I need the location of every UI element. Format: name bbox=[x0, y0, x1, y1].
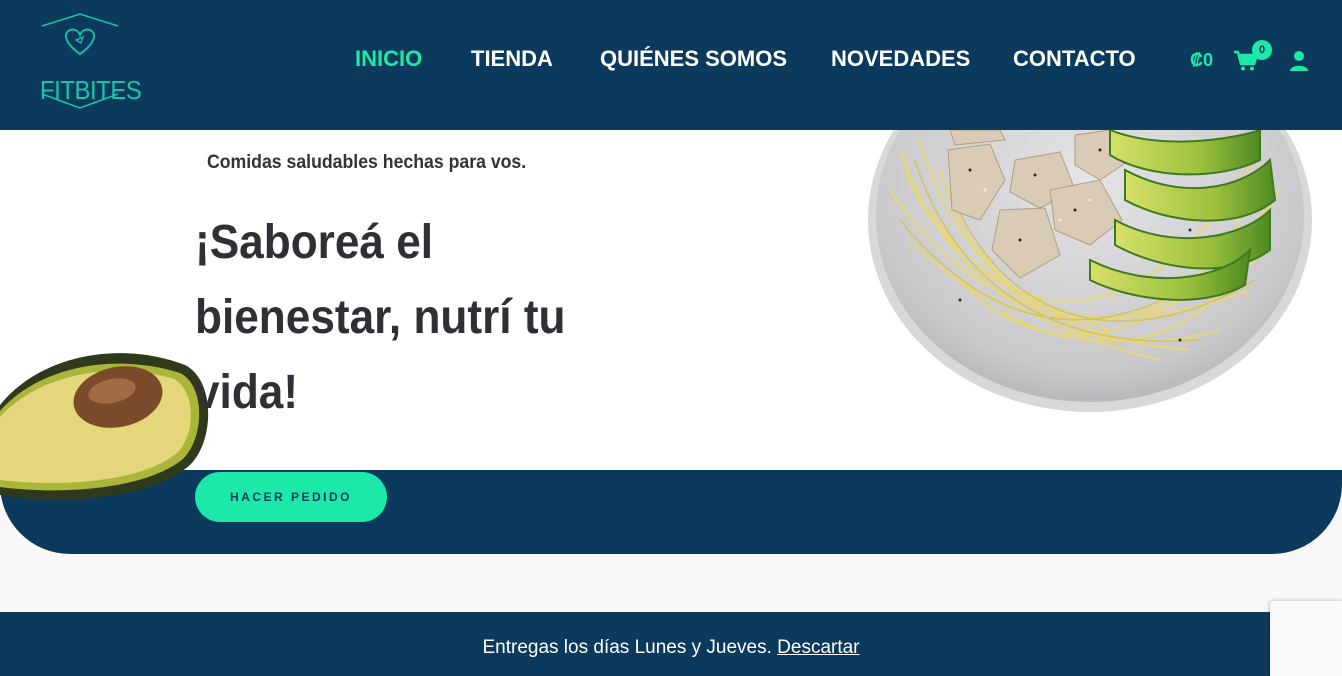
cart-count-badge: 0 bbox=[1252, 40, 1272, 60]
order-button[interactable]: HACER PEDIDO bbox=[195, 472, 387, 522]
site-header: FITBITES INICIO TIENDA QUIÉNES SOMOS NOV… bbox=[0, 0, 1342, 130]
dismiss-link[interactable]: Descartar bbox=[777, 637, 859, 658]
nav-item-quienes-somos[interactable]: QUIÉNES SOMOS bbox=[600, 46, 787, 72]
notice-text: Entregas los días Lunes y Jueves. bbox=[482, 637, 778, 658]
hero-tagline: Comidas saludables hechas para vos. bbox=[207, 152, 527, 173]
fitbites-logo[interactable]: FITBITES bbox=[36, 12, 142, 112]
nav-item-tienda[interactable]: TIENDA bbox=[471, 46, 553, 72]
cart-total[interactable]: ₡0 bbox=[1190, 50, 1213, 71]
recaptcha-badge[interactable] bbox=[1270, 601, 1342, 676]
user-account-icon[interactable] bbox=[1289, 50, 1309, 72]
avocado-image bbox=[0, 353, 209, 500]
pasta-plate-image bbox=[868, 130, 1312, 412]
hero-headline: ¡Saboreá el bienestar, nutrí tu vida! bbox=[195, 216, 566, 419]
nav-item-contacto[interactable]: CONTACTO bbox=[1013, 46, 1136, 72]
nav-item-novedades[interactable]: NOVEDADES bbox=[831, 46, 970, 72]
nav-item-inicio[interactable]: INICIO bbox=[355, 46, 422, 72]
logo-text: FITBITES bbox=[40, 75, 142, 105]
delivery-notice-bar: Entregas los días Lunes y Jueves. Descar… bbox=[0, 612, 1342, 676]
